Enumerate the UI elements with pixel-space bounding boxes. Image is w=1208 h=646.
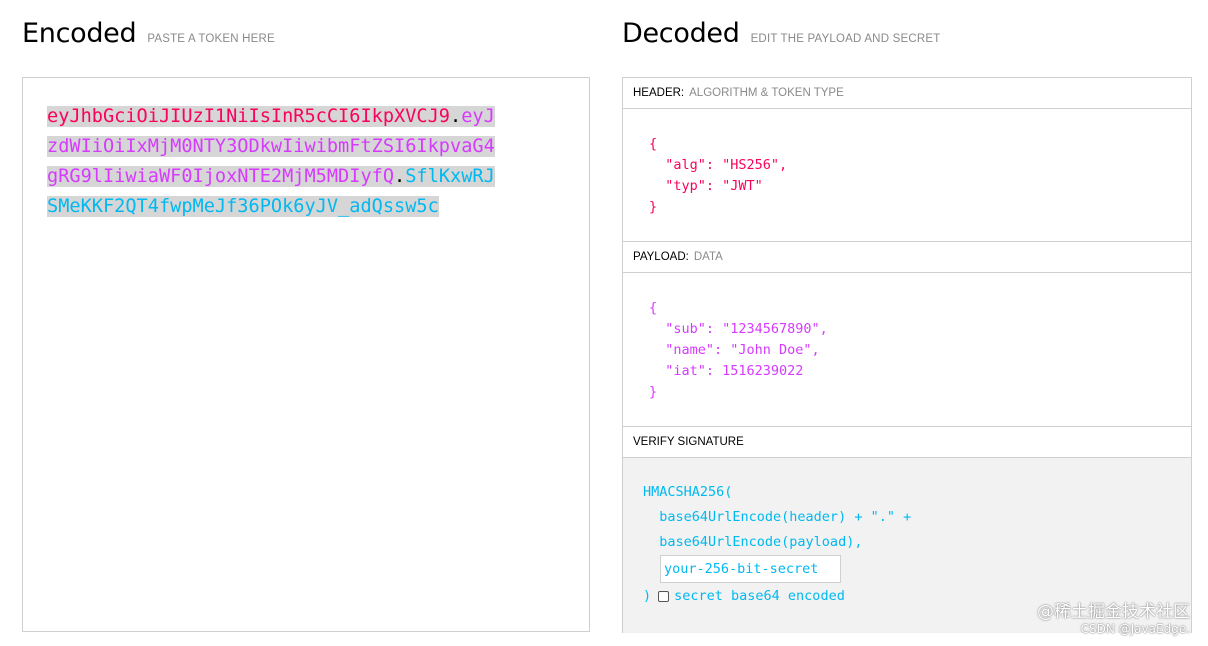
token-dot-1: . [450, 106, 462, 127]
payload-section-sublabel: DATA [693, 251, 723, 263]
watermark-line-2: CSDN @JavaEdge. [1080, 622, 1190, 636]
decoded-heading: Decoded EDIT THE PAYLOAD AND SECRET [622, 18, 940, 49]
payload-section-label: PAYLOAD: [633, 251, 689, 263]
encoded-heading: Encoded PASTE A TOKEN HERE [22, 18, 275, 49]
header-json-editor[interactable]: { "alg": "HS256", "typ": "JWT" } [649, 134, 787, 218]
verify-section-label: VERIFY SIGNATURE [633, 436, 744, 448]
token-dot-2: . [394, 166, 406, 187]
decoded-title: Decoded [622, 18, 740, 49]
secret-base64-label[interactable]: secret base64 encoded [674, 586, 845, 606]
encoded-title: Encoded [22, 18, 137, 49]
header-section-label: HEADER: [633, 87, 685, 99]
verify-section-title: VERIFY SIGNATURE [623, 426, 1191, 458]
signature-closing-row: ) secret base64 encoded [643, 586, 845, 606]
encoded-subtitle: PASTE A TOKEN HERE [147, 33, 275, 45]
watermark: @稀土掘金技术社区 CSDN @JavaEdge. [1037, 602, 1190, 636]
watermark-line-1: @稀土掘金技术社区 [1037, 602, 1190, 622]
secret-input[interactable] [660, 555, 841, 583]
token-header-part: eyJhbGciOiJIUzI1NiIsInR5cCI6IkpXVCJ9 [47, 106, 450, 127]
decoded-subtitle: EDIT THE PAYLOAD AND SECRET [750, 33, 941, 45]
secret-base64-checkbox[interactable] [658, 590, 670, 602]
encoded-token-text[interactable]: eyJhbGciOiJIUzI1NiIsInR5cCI6IkpXVCJ9.eyJ… [47, 102, 505, 222]
payload-section-title: PAYLOAD: DATA [623, 241, 1191, 273]
header-section-sublabel: ALGORITHM & TOKEN TYPE [689, 87, 844, 99]
closing-paren: ) [643, 588, 652, 604]
payload-json-editor[interactable]: { "sub": "1234567890", "name": "John Doe… [649, 298, 828, 403]
header-section-title: HEADER: ALGORITHM & TOKEN TYPE [623, 78, 1191, 109]
decoded-panel: HEADER: ALGORITHM & TOKEN TYPE { "alg": "… [622, 77, 1192, 633]
signature-code: HMACSHA256( base64UrlEncode(header) + ".… [643, 484, 912, 550]
encoded-token-editor[interactable]: eyJhbGciOiJIUzI1NiIsInR5cCI6IkpXVCJ9.eyJ… [22, 77, 590, 632]
